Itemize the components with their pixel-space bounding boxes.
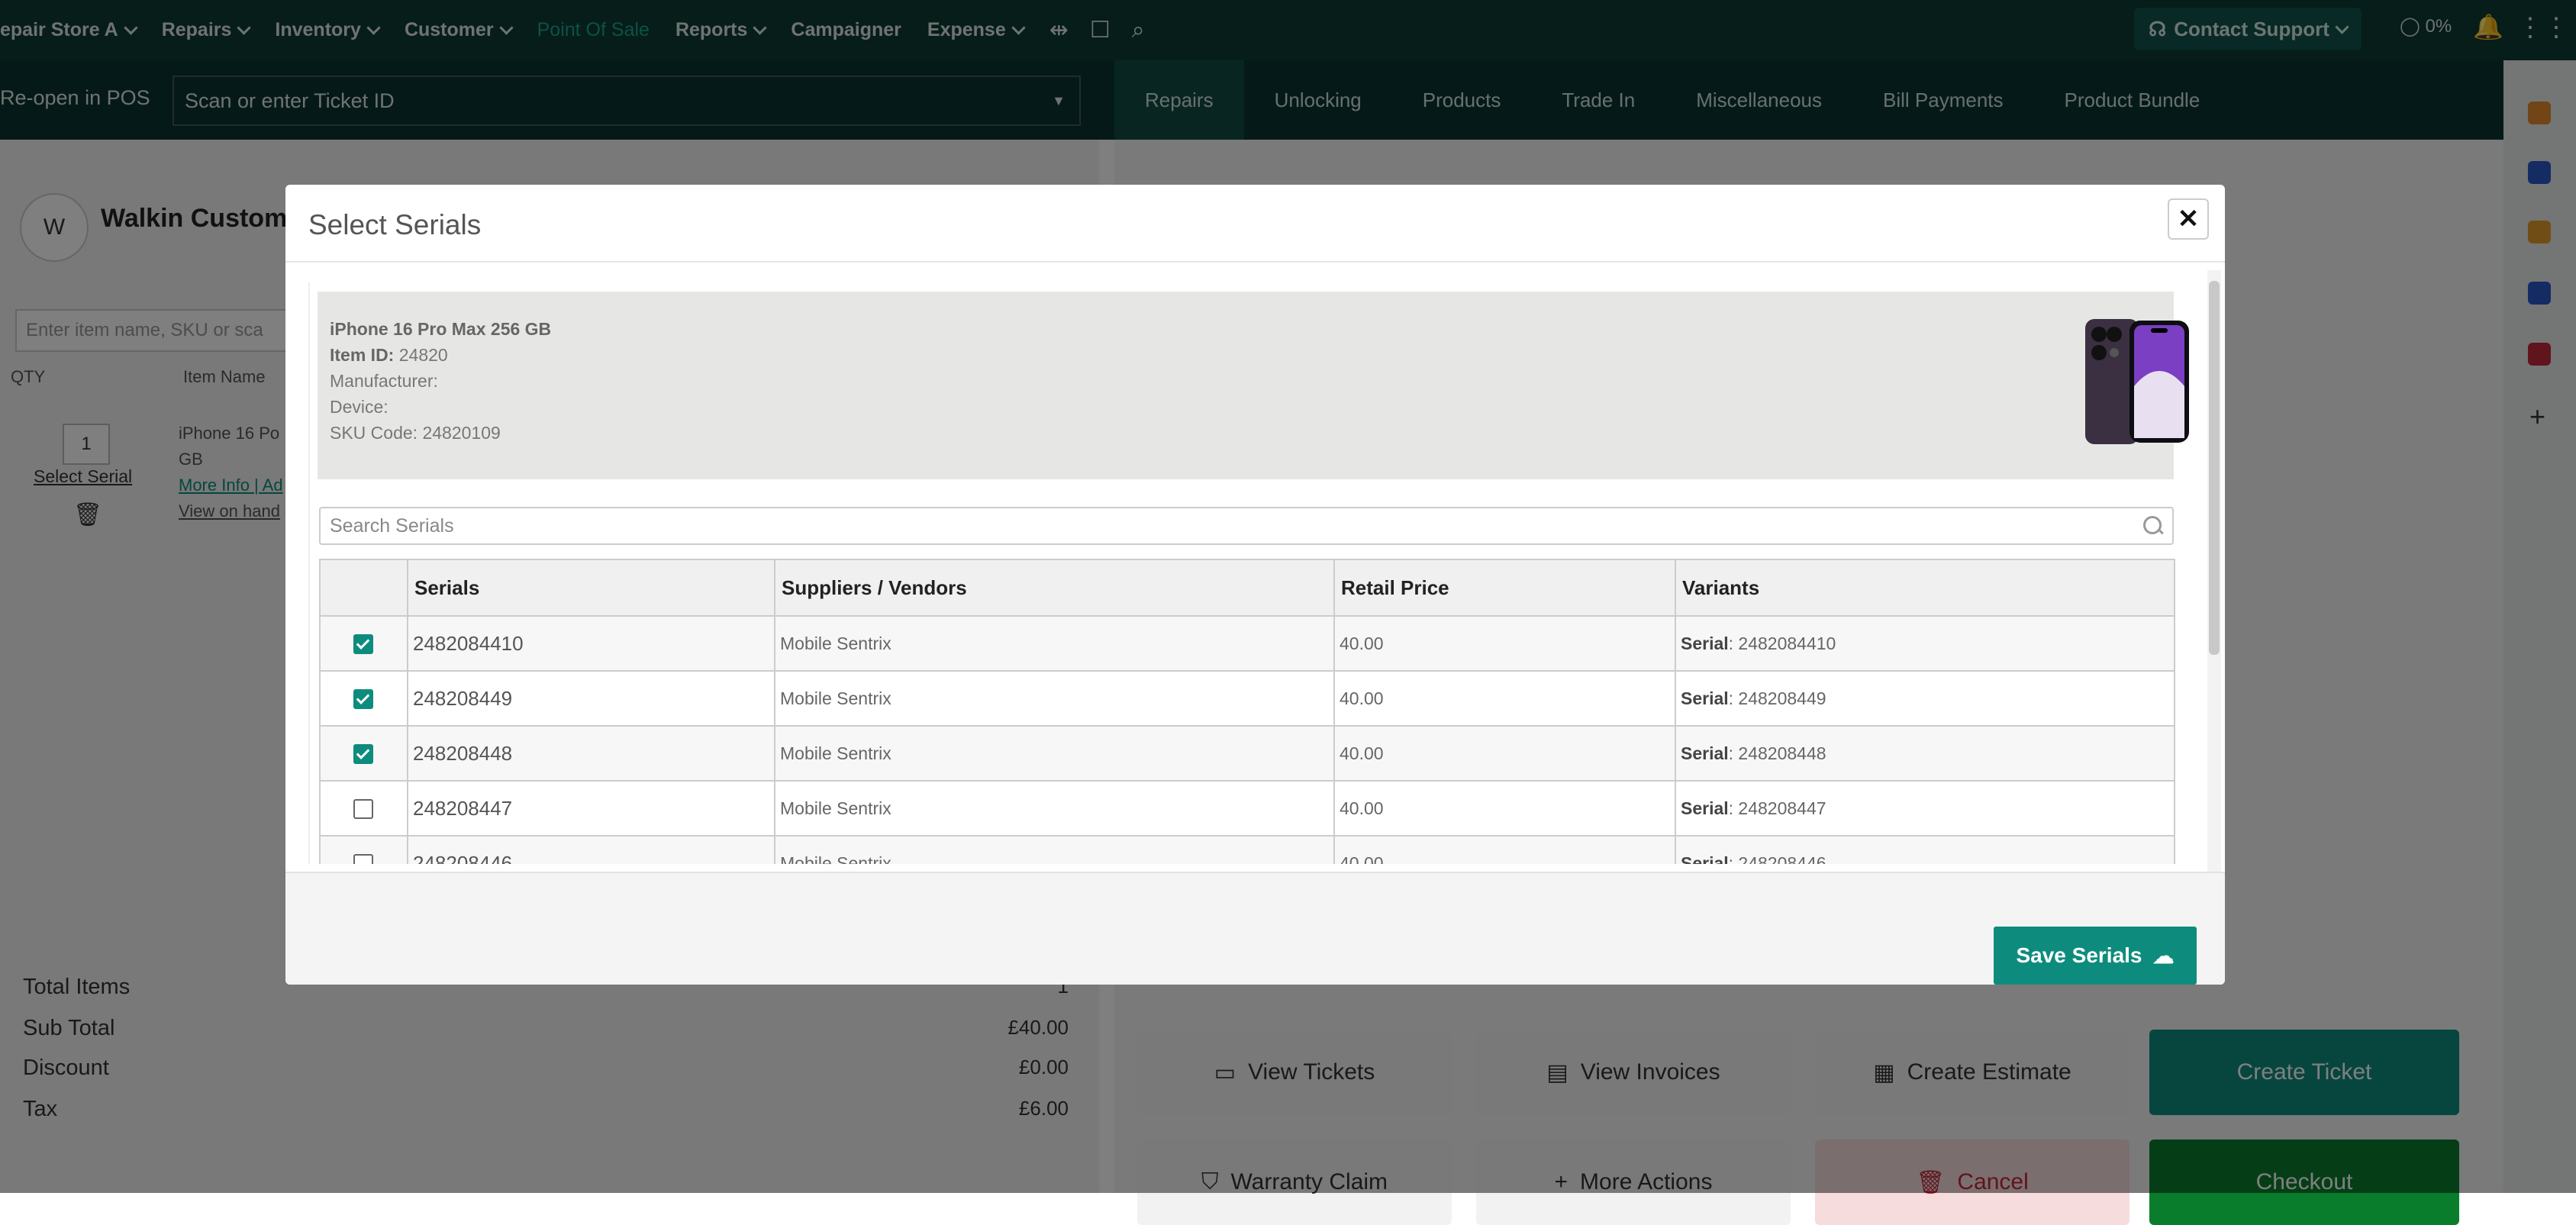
supplier-cell: Mobile Sentrix	[774, 615, 1335, 672]
cloud-upload-icon: ☁	[2152, 943, 2175, 968]
col-suppliers: Suppliers / Vendors	[774, 559, 1335, 617]
variant-value: : 248208448	[1728, 743, 1826, 763]
serial-cell: 248208448	[407, 725, 775, 782]
price-cell: 40.00	[1333, 725, 1676, 782]
row-checkbox[interactable]	[353, 853, 373, 864]
row-select-cell	[319, 670, 408, 727]
scrollbar-thumb[interactable]	[2209, 281, 2220, 655]
serial-cell: 248208446	[407, 835, 775, 864]
modal-title: Select Serials	[308, 209, 482, 240]
item-id-value: 24820	[398, 345, 448, 365]
sku-code: SKU Code: 24820109	[330, 423, 501, 443]
variant-label: Serial	[1681, 853, 1729, 865]
table-row: 248208446 Mobile Sentrix 40.00 Serial: 2…	[319, 835, 2175, 865]
variant-cell: Serial: 248208449	[1675, 670, 2175, 727]
price-cell: 40.00	[1333, 835, 1676, 864]
col-serials: Serials	[407, 559, 775, 617]
save-serials-label: Save Serials	[2016, 943, 2142, 967]
price-cell: 40.00	[1333, 780, 1676, 837]
row-select-cell	[319, 725, 408, 782]
variant-label: Serial	[1681, 743, 1729, 763]
variant-cell: Serial: 248208446	[1675, 835, 2175, 865]
supplier-cell: Mobile Sentrix	[774, 780, 1335, 837]
variant-label: Serial	[1681, 633, 1729, 653]
price-cell: 40.00	[1333, 670, 1676, 727]
device: Device:	[330, 397, 388, 417]
select-serials-modal: Select Serials ✕ iPhone 16 Pro Max 256 G…	[285, 185, 2225, 985]
table-row: 248208449 Mobile Sentrix 40.00 Serial: 2…	[319, 670, 2175, 727]
variant-value: : 248208449	[1728, 688, 1826, 708]
row-select-cell	[319, 835, 408, 864]
variant-value: : 248208446	[1728, 853, 1826, 865]
variant-cell: Serial: 248208447	[1675, 780, 2175, 837]
col-variants: Variants	[1675, 559, 2175, 617]
supplier-cell: Mobile Sentrix	[774, 670, 1335, 727]
variant-label: Serial	[1681, 688, 1729, 708]
row-checkbox[interactable]	[353, 798, 373, 819]
modal-body: iPhone 16 Pro Max 256 GB Item ID: 24820 …	[308, 282, 2203, 864]
modal-scrollbar[interactable]	[2207, 270, 2221, 872]
serials-table: Serials Suppliers / Vendors Retail Price…	[319, 559, 2175, 864]
close-button[interactable]: ✕	[2168, 198, 2209, 240]
variant-value: : 2482084410	[1728, 633, 1836, 653]
table-row: 248208448 Mobile Sentrix 40.00 Serial: 2…	[319, 725, 2175, 782]
row-select-cell	[319, 780, 408, 837]
product-name: iPhone 16 Pro Max 256 GB	[330, 319, 552, 339]
search-icon	[2143, 516, 2162, 534]
serial-cell: 248208449	[407, 670, 775, 727]
row-checkbox[interactable]	[353, 688, 373, 709]
search-serials-input[interactable]: Search Serials	[319, 507, 2174, 545]
modal-footer: Save Serials ☁	[285, 872, 2225, 985]
supplier-cell: Mobile Sentrix	[774, 835, 1335, 864]
supplier-cell: Mobile Sentrix	[774, 725, 1335, 782]
save-serials-button[interactable]: Save Serials ☁	[1994, 927, 2197, 985]
price-cell: 40.00	[1333, 615, 1676, 672]
variant-label: Serial	[1681, 798, 1729, 818]
row-checkbox[interactable]	[353, 633, 373, 654]
row-select-cell	[319, 615, 408, 672]
col-select	[319, 559, 408, 617]
table-row: 248208447 Mobile Sentrix 40.00 Serial: 2…	[319, 780, 2175, 837]
table-header-row: Serials Suppliers / Vendors Retail Price…	[319, 559, 2175, 617]
serial-cell: 248208447	[407, 780, 775, 837]
col-retail-price: Retail Price	[1333, 559, 1676, 617]
variant-cell: Serial: 2482084410	[1675, 615, 2175, 672]
table-row: 2482084410 Mobile Sentrix 40.00 Serial: …	[319, 615, 2175, 672]
serial-cell: 2482084410	[407, 615, 775, 672]
variant-cell: Serial: 248208448	[1675, 725, 2175, 782]
header-divider	[285, 261, 2225, 263]
search-serials-placeholder: Search Serials	[330, 514, 454, 537]
item-id-label: Item ID:	[330, 345, 395, 365]
close-icon: ✕	[2177, 205, 2200, 234]
row-checkbox[interactable]	[353, 743, 373, 764]
variant-value: : 248208447	[1728, 798, 1826, 818]
product-card: iPhone 16 Pro Max 256 GB Item ID: 24820 …	[318, 292, 2189, 479]
manufacturer: Manufacturer:	[330, 371, 438, 391]
product-image	[2085, 319, 2189, 444]
